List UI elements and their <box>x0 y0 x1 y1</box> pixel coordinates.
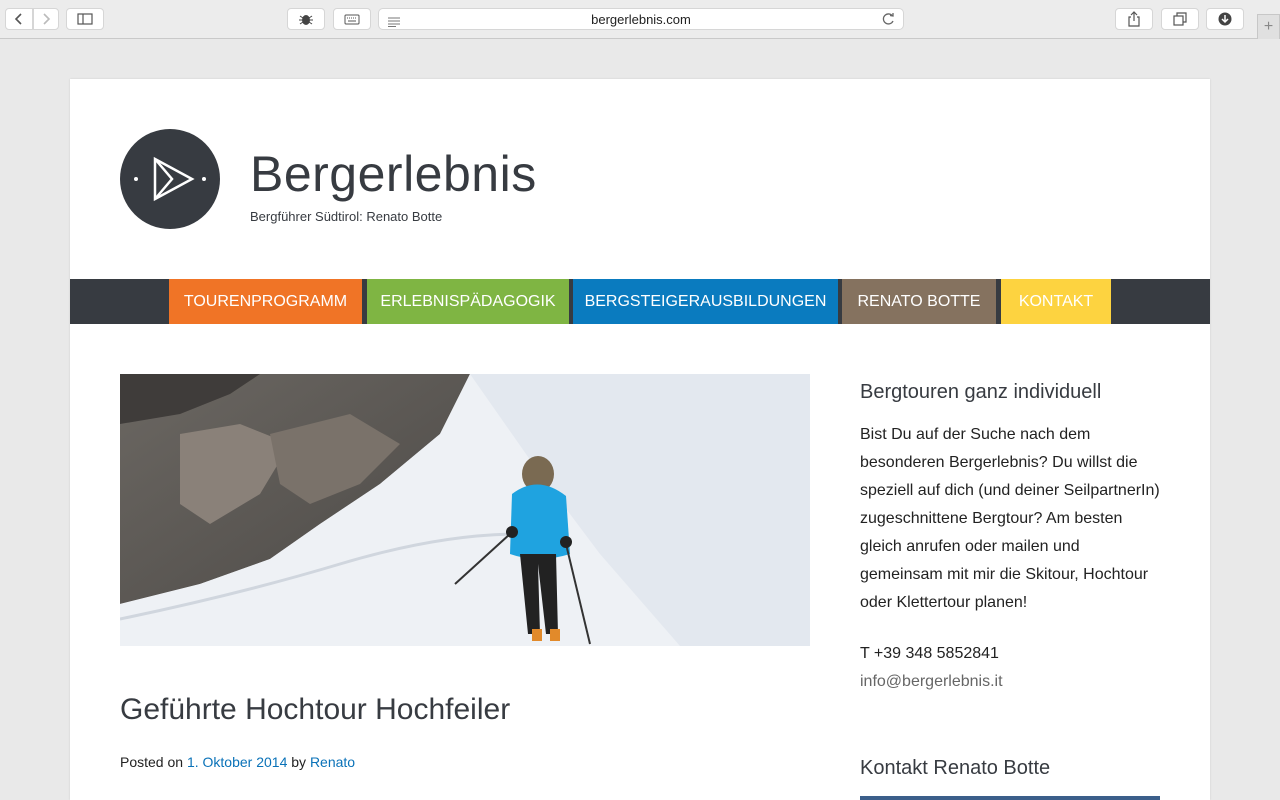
by-label: by <box>291 754 307 770</box>
share-icon <box>1128 11 1140 27</box>
main-navigation: Tourenprogramm Erlebnispädagogik Bergste… <box>70 279 1210 324</box>
keyboard-icon <box>344 14 360 24</box>
reload-icon[interactable] <box>882 12 895 29</box>
post-title[interactable]: Geführte Hochtour Hochfeiler <box>120 693 510 727</box>
forward-button[interactable] <box>33 8 59 30</box>
widget-divider <box>860 796 1160 800</box>
widget-text-bergtouren: Bist Du auf der Suche nach dem besondere… <box>860 426 1160 611</box>
reader-icon[interactable] <box>387 15 401 30</box>
page-container: Bergerlebnis Bergführer Südtirol: Renato… <box>70 79 1210 800</box>
post-meta: Posted on 1. Oktober 2014 by Renato <box>120 754 355 770</box>
browser-toolbar: bergerlebnis.com + <box>0 0 1280 39</box>
nav-item-kontakt[interactable]: Kontakt <box>1001 279 1111 324</box>
share-button[interactable] <box>1115 8 1153 30</box>
nav-item-renato-botte[interactable]: Renato Botte <box>842 279 996 324</box>
tabs-icon <box>1173 12 1187 26</box>
nav-item-erlebnispaedagogik[interactable]: Erlebnispädagogik <box>367 279 569 324</box>
url-text: bergerlebnis.com <box>591 11 691 27</box>
tabs-button[interactable] <box>1161 8 1199 30</box>
new-tab-button[interactable]: + <box>1257 14 1280 39</box>
sidebar-toggle-button[interactable] <box>66 8 104 30</box>
back-button[interactable] <box>5 8 33 30</box>
site-logo[interactable] <box>120 129 220 229</box>
bug-icon <box>299 15 313 25</box>
plus-icon: + <box>1263 18 1274 35</box>
mountaineer-photo <box>120 374 810 646</box>
author-link[interactable]: Renato <box>310 754 355 770</box>
sidebar-icon <box>77 13 93 25</box>
contact-phone: T +39 348 5852841 <box>860 645 999 662</box>
site-title[interactable]: Bergerlebnis <box>250 145 537 203</box>
widget-title-kontakt: Kontakt Renato Botte <box>860 757 1051 779</box>
chevron-left-icon <box>14 13 22 25</box>
post-date-link[interactable]: 1. Oktober 2014 <box>187 754 287 770</box>
widget-title-bergtouren: Bergtouren ganz individuell <box>860 381 1102 403</box>
site-tagline: Bergführer Südtirol: Renato Botte <box>250 209 443 224</box>
logo-mark-icon <box>134 156 206 202</box>
posted-on-label: Posted on <box>120 754 184 770</box>
address-bar[interactable]: bergerlebnis.com <box>378 8 904 30</box>
nav-item-bergsteigerausbildungen[interactable]: Bergsteigerausbildungen <box>573 279 838 324</box>
downloads-button[interactable] <box>1206 8 1244 30</box>
chevron-right-icon <box>43 13 51 25</box>
bug-button[interactable] <box>287 8 325 30</box>
contact-email-link[interactable]: info@bergerlebnis.it <box>860 673 1003 691</box>
download-icon <box>1218 12 1232 26</box>
featured-image[interactable] <box>120 374 810 646</box>
nav-item-tourenprogramm[interactable]: Tourenprogramm <box>169 279 362 324</box>
keyboard-button[interactable] <box>333 8 371 30</box>
